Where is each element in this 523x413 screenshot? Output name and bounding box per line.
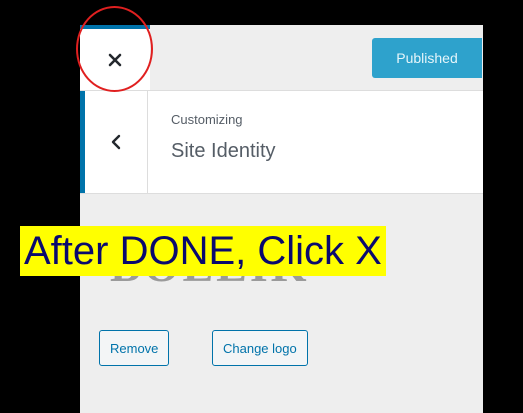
published-button[interactable]: Published <box>372 38 482 78</box>
section-header: Customizing Site Identity <box>80 91 483 194</box>
chevron-left-icon <box>111 134 121 150</box>
annotation-caption: After DONE, Click X <box>20 226 386 276</box>
change-logo-button[interactable]: Change logo <box>212 330 308 366</box>
remove-logo-button[interactable]: Remove <box>99 330 170 366</box>
breadcrumb: Customizing <box>171 112 243 127</box>
section-title: Site Identity <box>171 140 276 162</box>
back-button[interactable] <box>80 91 148 193</box>
annotation-circle <box>76 6 153 92</box>
customizer-panel: Published Customizing Site Identity BOLL… <box>80 25 483 413</box>
